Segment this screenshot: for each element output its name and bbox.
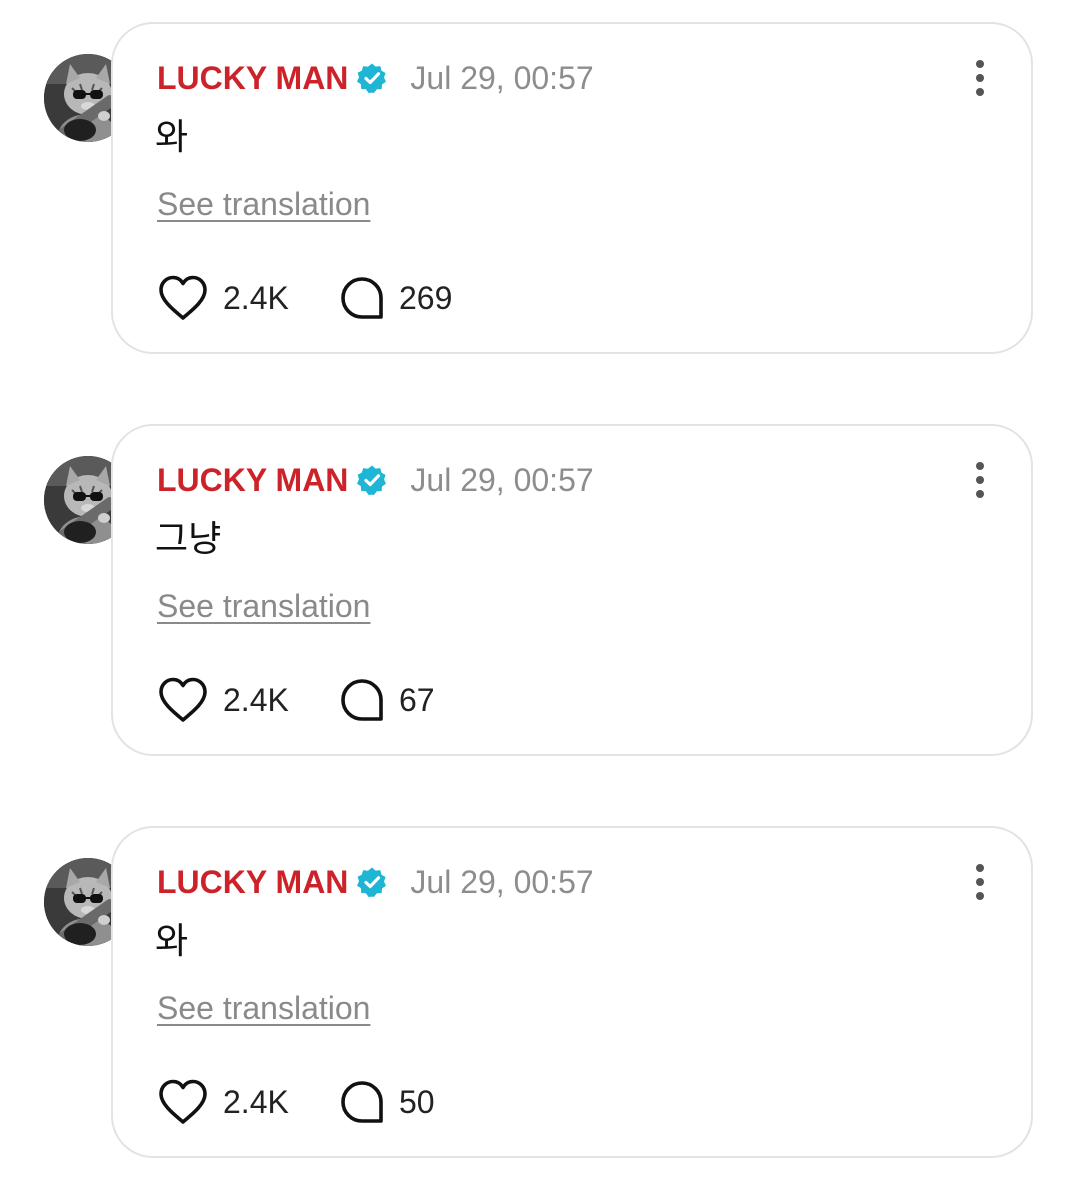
like-button[interactable]: 2.4K xyxy=(157,674,289,726)
post-text: 와 xyxy=(155,921,189,962)
reply-count: 50 xyxy=(399,1083,435,1120)
post-text: 와 xyxy=(155,117,189,158)
post-timestamp[interactable]: Jul 29, 00:57 xyxy=(410,864,593,901)
like-button[interactable]: 2.4K xyxy=(157,1076,289,1128)
comment-bubble-icon xyxy=(341,277,383,319)
heart-icon xyxy=(159,1079,207,1124)
see-translation-link[interactable]: See translation xyxy=(157,588,370,625)
like-count: 2.4K xyxy=(223,1083,289,1120)
like-count: 2.4K xyxy=(223,681,289,718)
more-vertical-icon[interactable] xyxy=(971,864,991,900)
heart-icon xyxy=(159,275,207,320)
more-vertical-icon[interactable] xyxy=(971,60,991,96)
post-header: LUCKY MAN Jul 29, 00:57 xyxy=(157,460,594,500)
author-name[interactable]: LUCKY MAN xyxy=(157,864,348,901)
reply-count: 269 xyxy=(399,279,453,316)
reply-button[interactable]: 269 xyxy=(339,272,452,324)
see-translation-link[interactable]: See translation xyxy=(157,186,370,223)
author-name[interactable]: LUCKY MAN xyxy=(157,462,348,499)
reply-button[interactable]: 67 xyxy=(339,674,435,726)
post: LUCKY MAN Jul 29, 00:57 와 See translatio… xyxy=(0,826,1080,1162)
reply-count: 67 xyxy=(399,681,435,718)
post-card[interactable]: LUCKY MAN Jul 29, 00:57 와 See translatio… xyxy=(111,22,1033,354)
post-timestamp[interactable]: Jul 29, 00:57 xyxy=(410,462,593,499)
heart-icon xyxy=(159,677,207,722)
author-name[interactable]: LUCKY MAN xyxy=(157,60,348,97)
reply-button[interactable]: 50 xyxy=(339,1076,435,1128)
post-card[interactable]: LUCKY MAN Jul 29, 00:57 그냥 See translati… xyxy=(111,424,1033,756)
post-header: LUCKY MAN Jul 29, 00:57 xyxy=(157,862,594,902)
like-button[interactable]: 2.4K xyxy=(157,272,289,324)
verified-badge-icon xyxy=(356,62,388,94)
post-timestamp[interactable]: Jul 29, 00:57 xyxy=(410,60,593,97)
more-vertical-icon[interactable] xyxy=(971,462,991,498)
see-translation-link[interactable]: See translation xyxy=(157,990,370,1027)
post: LUCKY MAN Jul 29, 00:57 와 See translatio… xyxy=(0,22,1080,358)
like-count: 2.4K xyxy=(223,279,289,316)
comment-bubble-icon xyxy=(341,679,383,721)
post-text: 그냥 xyxy=(155,519,222,560)
verified-badge-icon xyxy=(356,464,388,496)
verified-badge-icon xyxy=(356,866,388,898)
comment-bubble-icon xyxy=(341,1081,383,1123)
post: LUCKY MAN Jul 29, 00:57 그냥 See translati… xyxy=(0,424,1080,760)
post-header: LUCKY MAN Jul 29, 00:57 xyxy=(157,58,594,98)
post-card[interactable]: LUCKY MAN Jul 29, 00:57 와 See translatio… xyxy=(111,826,1033,1158)
